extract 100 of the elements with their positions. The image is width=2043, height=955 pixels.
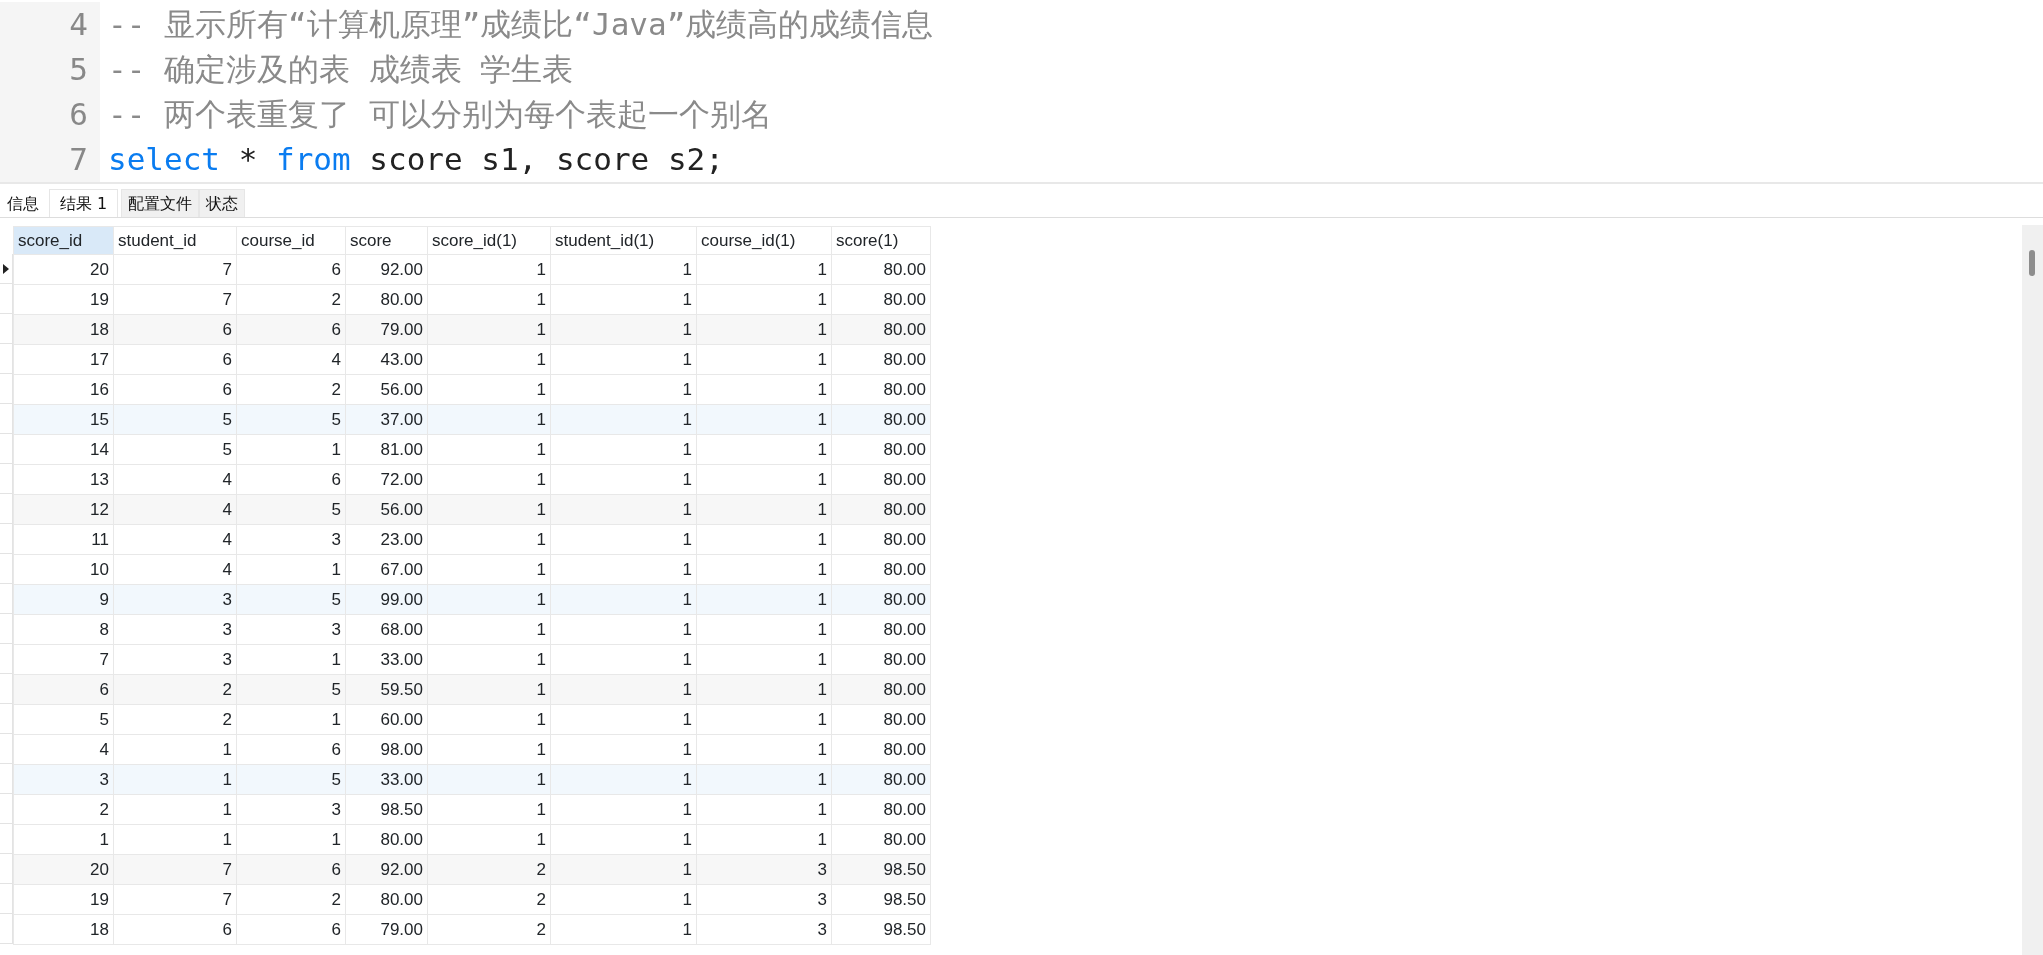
table-cell: 1: [550, 584, 697, 615]
table-cell: 80.00: [831, 524, 931, 555]
table-cell: 1: [696, 464, 832, 495]
table-cell: 1: [696, 584, 832, 615]
table-cell: 1: [427, 584, 551, 615]
table-cell: 98.00: [345, 734, 428, 765]
table-cell: 16: [13, 374, 114, 405]
table-cell: 1: [696, 794, 832, 825]
table-cell: 1: [696, 824, 832, 855]
table-cell: 1: [550, 434, 697, 465]
line-number: 4: [0, 2, 100, 47]
table-cell: 5: [236, 764, 346, 795]
table-cell: 1: [696, 554, 832, 585]
table-cell: 6: [236, 734, 346, 765]
column-header[interactable]: score_id(1): [427, 226, 551, 255]
table-cell: 5: [13, 704, 114, 735]
table-cell: 59.50: [345, 674, 428, 705]
table-cell: 33.00: [345, 644, 428, 675]
code-line: select * from score s1, score s2;: [107, 140, 724, 180]
column-header[interactable]: student_id(1): [550, 226, 697, 255]
code-comment: -- 显示所有“计算机原理”成绩比“Java”成绩高的成绩信息: [107, 5, 934, 45]
table-cell: 1: [696, 674, 832, 705]
table-cell: 3: [113, 614, 237, 645]
table-cell: 7: [113, 884, 237, 915]
column-header[interactable]: score(1): [831, 226, 931, 255]
result-tab[interactable]: 配置文件: [121, 189, 200, 217]
line-number: 5: [0, 47, 100, 92]
table-cell: 1: [550, 734, 697, 765]
column-header[interactable]: score: [345, 226, 428, 255]
table-cell: 5: [113, 404, 237, 435]
table-cell: 1: [696, 704, 832, 735]
table-cell: 7: [113, 284, 237, 315]
table-cell: 1: [550, 614, 697, 645]
table-cell: 1: [236, 434, 346, 465]
table-cell: 1: [696, 404, 832, 435]
table-cell: 1: [550, 854, 697, 885]
table-cell: 20: [13, 854, 114, 885]
table-cell: 2: [427, 854, 551, 885]
table-cell: 1: [550, 524, 697, 555]
table-cell: 1: [696, 614, 832, 645]
table-cell: 13: [13, 464, 114, 495]
code-comment: -- 确定涉及的表 成绩表 学生表: [107, 50, 574, 90]
row-header[interactable]: [0, 254, 13, 284]
current-row-icon: [3, 263, 9, 274]
table-cell: 43.00: [345, 344, 428, 375]
table-cell: 37.00: [345, 404, 428, 435]
table-cell: 6: [13, 674, 114, 705]
table-cell: 5: [236, 584, 346, 615]
table-cell: 2: [236, 284, 346, 315]
table-cell: 1: [427, 374, 551, 405]
table-cell: 1: [696, 284, 832, 315]
table-cell: 1: [696, 344, 832, 375]
table-cell: 4: [236, 344, 346, 375]
table-cell: 6: [236, 464, 346, 495]
table-cell: 1: [427, 344, 551, 375]
column-header[interactable]: course_id: [236, 226, 346, 255]
table-cell: 92.00: [345, 254, 428, 285]
table-cell: 60.00: [345, 704, 428, 735]
column-header[interactable]: student_id: [113, 226, 237, 255]
table-cell: 2: [427, 914, 551, 945]
table-cell: 1: [427, 464, 551, 495]
table-cell: 2: [427, 884, 551, 915]
table-cell: 1: [236, 824, 346, 855]
line-number: 6: [0, 92, 100, 137]
result-tab[interactable]: 状态: [199, 189, 246, 217]
table-cell: 80.00: [831, 494, 931, 525]
table-cell: 1: [427, 794, 551, 825]
table-cell: 1: [113, 764, 237, 795]
table-cell: 14: [13, 434, 114, 465]
result-tab[interactable]: 结果 1: [49, 189, 119, 217]
table-cell: 2: [13, 794, 114, 825]
table-cell: 1: [427, 674, 551, 705]
table-cell: 1: [113, 794, 237, 825]
table-cell: 80.00: [831, 344, 931, 375]
table-cell: 98.50: [831, 854, 931, 885]
column-header[interactable]: score_id: [13, 226, 114, 255]
table-cell: 8: [13, 614, 114, 645]
table-cell: 33.00: [345, 764, 428, 795]
table-cell: 23.00: [345, 524, 428, 555]
scrollbar[interactable]: [2022, 225, 2043, 955]
table-cell: 1: [550, 254, 697, 285]
table-cell: 79.00: [345, 314, 428, 345]
table-cell: 3: [696, 854, 832, 885]
table-cell: 80.00: [831, 644, 931, 675]
column-header[interactable]: course_id(1): [696, 226, 832, 255]
table-cell: 80.00: [831, 284, 931, 315]
table-cell: 80.00: [831, 794, 931, 825]
table-cell: 19: [13, 284, 114, 315]
table-cell: 1: [550, 284, 697, 315]
table-cell: 10: [13, 554, 114, 585]
table-cell: 1: [550, 314, 697, 345]
table-cell: 4: [113, 554, 237, 585]
table-cell: 80.00: [831, 434, 931, 465]
table-cell: 80.00: [831, 614, 931, 645]
scrollbar-thumb[interactable]: [2029, 250, 2035, 276]
table-cell: 4: [113, 524, 237, 555]
table-cell: 7: [113, 254, 237, 285]
table-cell: 1: [236, 554, 346, 585]
table-cell: 3: [113, 644, 237, 675]
table-cell: 1: [696, 644, 832, 675]
